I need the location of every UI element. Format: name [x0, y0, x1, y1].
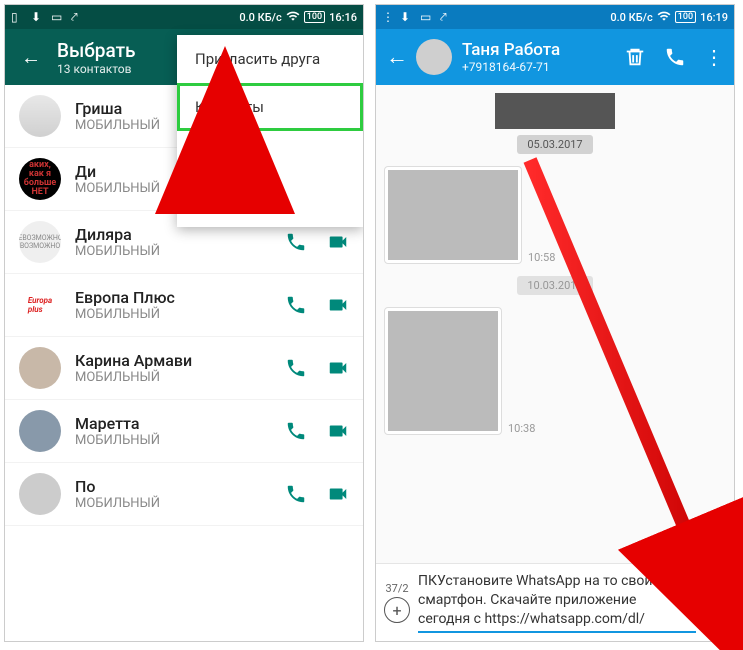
options-menu: Пригласить друга Контакты Обновить Помощ…	[177, 35, 363, 227]
chat-contact-name: Таня Работа	[462, 40, 624, 60]
avatar: НЕВОЗМОЖНОЕ ВОЗМОЖНО	[19, 221, 61, 263]
contact-sub: МОБИЛЬНЫЙ	[75, 496, 285, 511]
avatar	[19, 95, 61, 137]
download-icon: ⬇	[400, 10, 414, 24]
video-icon[interactable]	[327, 294, 349, 316]
network-speed: 0.0 КБ/с	[239, 11, 281, 24]
sim-icon: ▯	[11, 10, 25, 24]
share-icon: ⤤	[440, 10, 454, 24]
contact-name: По	[75, 477, 285, 496]
contact-avatar[interactable]	[416, 39, 452, 75]
battery-icon: 100	[675, 11, 696, 23]
back-arrow-icon[interactable]: ←	[21, 45, 41, 70]
delete-icon[interactable]	[624, 46, 646, 68]
clock: 16:16	[329, 11, 357, 24]
message-image[interactable]	[495, 93, 615, 129]
message-time: 10:38	[508, 422, 535, 435]
download-icon: ⬇	[31, 10, 45, 24]
menu-invite-friend[interactable]: Пригласить друга	[177, 35, 363, 83]
message-image[interactable]	[384, 166, 522, 264]
call-icon[interactable]	[285, 231, 307, 253]
video-icon[interactable]	[327, 231, 349, 253]
video-icon[interactable]	[327, 420, 349, 442]
menu-refresh[interactable]: Обновить	[177, 131, 363, 179]
wifi-icon	[657, 9, 671, 26]
contact-sub: МОБИЛЬНЫЙ	[75, 244, 285, 259]
chat-body: 05.03.2017 10:58 10.03.2017 10:38	[376, 85, 734, 563]
call-icon[interactable]	[664, 46, 686, 68]
avatar	[19, 410, 61, 452]
chat-header: ← Таня Работа +7918164-67-71 ⋮	[376, 29, 734, 85]
avatar: Europaplus	[19, 284, 61, 326]
call-icon[interactable]	[285, 420, 307, 442]
contact-row[interactable]: Маретта МОБИЛЬНЫЙ	[5, 400, 363, 463]
status-bar: ⋮ ⬇ ▭ ⤤ 0.0 КБ/с 100 16:19	[376, 5, 734, 29]
dots-icon: ⋮	[382, 10, 394, 24]
more-icon[interactable]: ⋮	[704, 45, 724, 69]
attach-button[interactable]: +	[384, 597, 410, 623]
share-icon: ⤤	[71, 10, 85, 24]
avatar	[19, 473, 61, 515]
compose-bar: 37/2 + ПКУстановите WhatsApp на то свой …	[376, 563, 734, 641]
date-chip: 10.03.2017	[517, 276, 592, 295]
contact-sub: МОБИЛЬНЫЙ	[75, 370, 285, 385]
contact-name: Карина Армави	[75, 351, 285, 370]
contact-row[interactable]: Europaplus Европа Плюс МОБИЛЬНЫЙ	[5, 274, 363, 337]
card-icon: ▭	[420, 10, 434, 24]
header-title: Выбрать	[57, 39, 136, 62]
menu-help[interactable]: Помощь	[177, 179, 363, 227]
clock: 16:19	[700, 11, 728, 24]
header-subtitle: 13 контактов	[57, 62, 136, 76]
video-icon[interactable]	[327, 483, 349, 505]
battery-icon: 100	[304, 11, 325, 23]
contact-row[interactable]: По МОБИЛЬНЫЙ	[5, 463, 363, 526]
compose-input[interactable]: ПКУстановите WhatsApp на то свой смартфо…	[418, 572, 696, 629]
chat-contact-phone: +7918164-67-71	[462, 60, 624, 74]
avatar: аких,как ябольшеНЕТ	[19, 158, 61, 200]
call-icon[interactable]	[285, 483, 307, 505]
card-icon: ▭	[51, 10, 65, 24]
date-chip: 05.03.2017	[517, 135, 592, 154]
avatar	[19, 347, 61, 389]
call-icon[interactable]	[285, 357, 307, 379]
char-counter: 37/2	[385, 582, 408, 595]
contact-sub: МОБИЛЬНЫЙ	[75, 307, 285, 322]
back-arrow-icon[interactable]: ←	[386, 44, 408, 70]
status-bar: ▯ ⬇ ▭ ⤤ 0.0 КБ/с 100 16:16	[5, 5, 363, 29]
contact-name: Маретта	[75, 414, 285, 433]
wifi-icon	[286, 9, 300, 26]
network-speed: 0.0 КБ/с	[610, 11, 652, 24]
contact-name: Диляра	[75, 225, 285, 244]
menu-contacts[interactable]: Контакты	[177, 83, 363, 131]
message-image[interactable]	[384, 307, 502, 435]
contact-name: Европа Плюс	[75, 288, 285, 307]
message-time: 10:58	[528, 251, 555, 264]
send-button[interactable]	[696, 588, 726, 618]
video-icon[interactable]	[327, 357, 349, 379]
call-icon[interactable]	[285, 294, 307, 316]
contact-sub: МОБИЛЬНЫЙ	[75, 433, 285, 448]
contact-row[interactable]: Карина Армави МОБИЛЬНЫЙ	[5, 337, 363, 400]
